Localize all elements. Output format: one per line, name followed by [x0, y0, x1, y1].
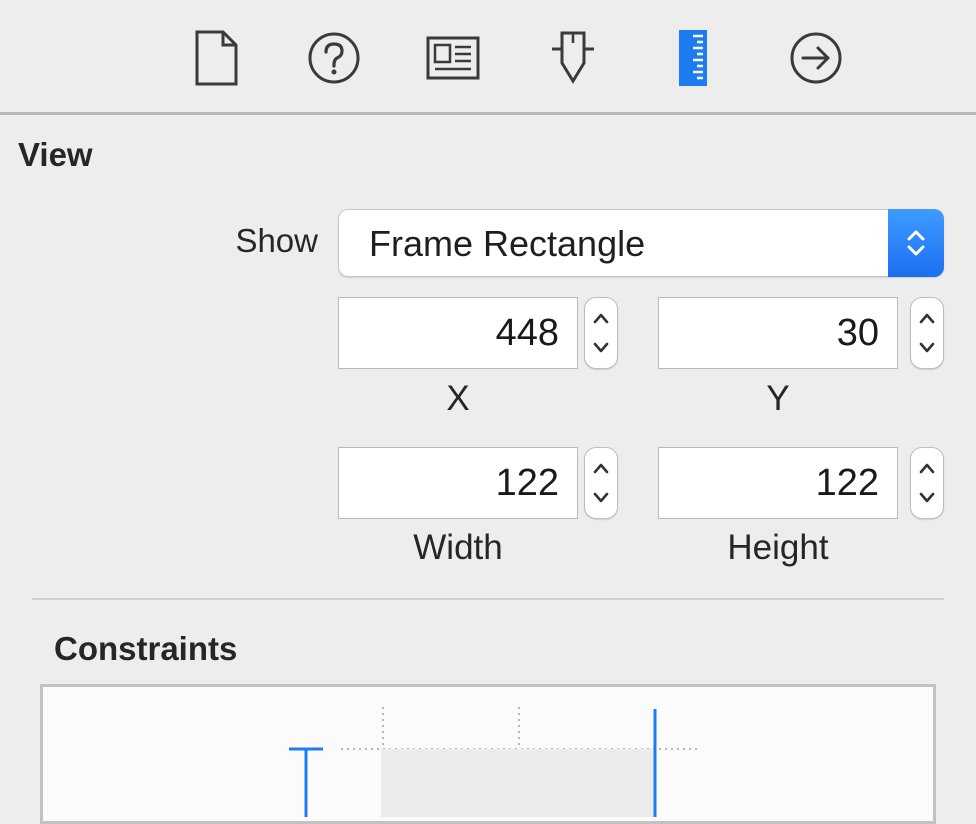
- y-label: Y: [766, 379, 790, 418]
- section-divider: [32, 598, 944, 600]
- connections-inspector-button[interactable]: [786, 28, 846, 88]
- stepper-arrows-icon: [919, 313, 935, 353]
- y-stepper[interactable]: [910, 297, 944, 369]
- height-field[interactable]: 122: [658, 447, 898, 519]
- height-label: Height: [727, 528, 829, 567]
- identity-inspector-icon: [425, 35, 481, 81]
- height-value: 122: [815, 462, 879, 504]
- identity-inspector-button[interactable]: [423, 28, 483, 88]
- show-label: Show: [235, 222, 318, 259]
- width-label: Width: [413, 528, 503, 567]
- connections-inspector-icon: [789, 31, 843, 85]
- width-value: 122: [495, 462, 559, 504]
- show-popup-value: Frame Rectangle: [369, 223, 646, 264]
- stepper-arrows-icon: [593, 463, 609, 503]
- height-stepper[interactable]: [910, 447, 944, 519]
- x-stepper[interactable]: [584, 297, 618, 369]
- y-value: 30: [836, 312, 879, 354]
- stepper-arrows-icon: [593, 313, 609, 353]
- file-inspector-icon: [193, 30, 239, 86]
- constraints-canvas[interactable]: [40, 684, 936, 824]
- width-stepper[interactable]: [584, 447, 618, 519]
- show-popup-button[interactable]: Frame Rectangle: [338, 209, 944, 277]
- attributes-inspector-icon: [548, 29, 598, 87]
- y-field[interactable]: 30: [658, 297, 898, 369]
- x-label: X: [446, 379, 470, 418]
- size-inspector-button[interactable]: [663, 28, 723, 88]
- width-field[interactable]: 122: [338, 447, 578, 519]
- size-inspector-icon: [675, 28, 711, 88]
- attributes-inspector-button[interactable]: [543, 28, 603, 88]
- inspector-toolbar: [0, 0, 976, 115]
- x-field[interactable]: 448: [338, 297, 578, 369]
- constraints-section-title: Constraints: [54, 630, 238, 667]
- quick-help-button[interactable]: [304, 28, 364, 88]
- stepper-arrows-icon: [919, 463, 935, 503]
- popup-arrows-icon: [888, 209, 944, 277]
- file-inspector-button[interactable]: [186, 28, 246, 88]
- quick-help-icon: [307, 31, 361, 85]
- view-section-title: View: [18, 136, 93, 173]
- x-value: 448: [495, 312, 559, 354]
